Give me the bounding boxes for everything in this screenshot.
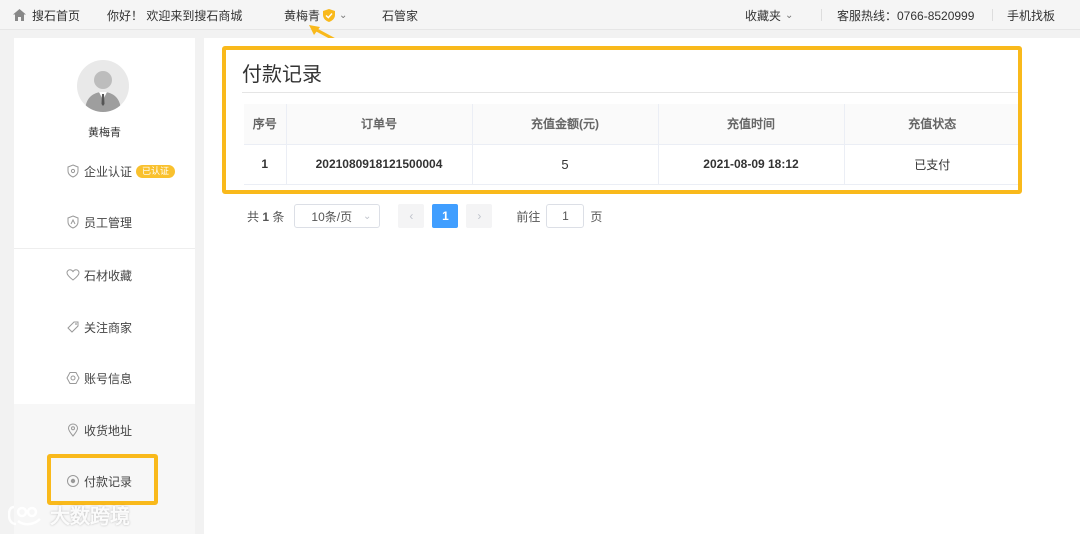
chevron-down-icon: ⌄ <box>339 9 348 21</box>
user-avatar-icon <box>85 71 121 112</box>
pagination: 共 1 条 10条/页 ⌄ ‹ 1 › 前往 页 <box>247 204 602 228</box>
home-link-label: 搜石首页 <box>32 8 81 23</box>
prev-page-button[interactable]: ‹ <box>398 204 425 228</box>
sidebar-item-label: 账号信息 <box>84 371 133 386</box>
hotline-label: 客服热线：0766-8520999 <box>837 8 975 23</box>
gear-icon <box>66 372 80 384</box>
home-link[interactable]: 搜石首页 <box>13 0 80 30</box>
verified-shield-icon <box>323 8 336 22</box>
page-size-select[interactable]: 10条/页 ⌄ <box>294 204 381 228</box>
total-suffix: 条 <box>272 209 285 224</box>
watermark-text: 大数跨境 <box>50 506 130 528</box>
sidebar-item-enterprise-auth[interactable]: 企业认证 已认证 <box>66 161 176 181</box>
favorites-label: 收藏夹 <box>745 8 782 23</box>
sidebar-item-shipping-address[interactable]: 收货地址 <box>66 420 132 440</box>
sidebar-item-label: 石材收藏 <box>84 268 133 283</box>
sidebar-item-label: 员工管理 <box>84 215 133 230</box>
page-size-value: 10条/页 <box>311 209 353 224</box>
stone-manager-link[interactable]: 石管家 <box>382 0 418 30</box>
shield-icon <box>67 164 79 178</box>
divider <box>992 9 993 21</box>
total-number: 1 <box>262 209 270 224</box>
sidebar-item-staff[interactable]: 员工管理 <box>66 212 132 232</box>
sidebar-item-stone-favorites[interactable]: 石材收藏 <box>66 265 132 285</box>
next-page-button[interactable]: › <box>466 204 493 228</box>
chevron-down-icon: ⌄ <box>785 9 794 21</box>
sidebar-item-label: 收货地址 <box>84 423 133 438</box>
goto-suffix: 页 <box>590 209 603 224</box>
sidebar-item-label: 关注商家 <box>84 320 133 335</box>
top-navigation-bar: 搜石首页 你好！ 欢迎来到搜石商城 黄梅青 ⌄ 石管家 收藏夹 ⌄ 客服热线：0… <box>0 0 1080 30</box>
divider <box>14 248 195 249</box>
page-number-current[interactable]: 1 <box>432 204 459 228</box>
hotline-text: 客服热线：0766-8520999 <box>837 0 974 30</box>
total-count: 共 1 条 <box>247 208 284 225</box>
heart-icon <box>66 269 80 281</box>
sidebar-item-account-info[interactable]: 账号信息 <box>66 368 132 388</box>
sidebar-item-label: 企业认证 <box>84 164 133 179</box>
highlight-box-menu <box>47 454 158 505</box>
home-icon <box>13 9 26 21</box>
highlight-box-table <box>222 46 1022 194</box>
favorites-menu[interactable]: 收藏夹 ⌄ <box>745 0 793 30</box>
sidebar-username: 黄梅青 <box>88 127 121 139</box>
sidebar-item-followed-merchants[interactable]: 关注商家 <box>66 317 132 337</box>
mobile-link[interactable]: 手机找板 <box>1007 0 1055 30</box>
welcome-text: 你好！ 欢迎来到搜石商城 <box>107 8 243 23</box>
watermark: 大数跨境 <box>8 500 130 529</box>
watermark-logo-icon <box>8 505 41 525</box>
chevron-down-icon: ⌄ <box>363 210 372 222</box>
tag-icon <box>67 321 79 333</box>
location-pin-icon <box>67 423 79 437</box>
divider <box>821 9 822 21</box>
avatar[interactable] <box>77 60 129 112</box>
staff-shield-icon <box>67 215 79 229</box>
user-name: 黄梅青 <box>284 8 321 23</box>
verified-badge: 已认证 <box>136 164 176 178</box>
goto-label: 前往 <box>516 209 541 224</box>
goto-page-input[interactable] <box>546 204 585 228</box>
total-prefix: 共 <box>247 209 260 224</box>
